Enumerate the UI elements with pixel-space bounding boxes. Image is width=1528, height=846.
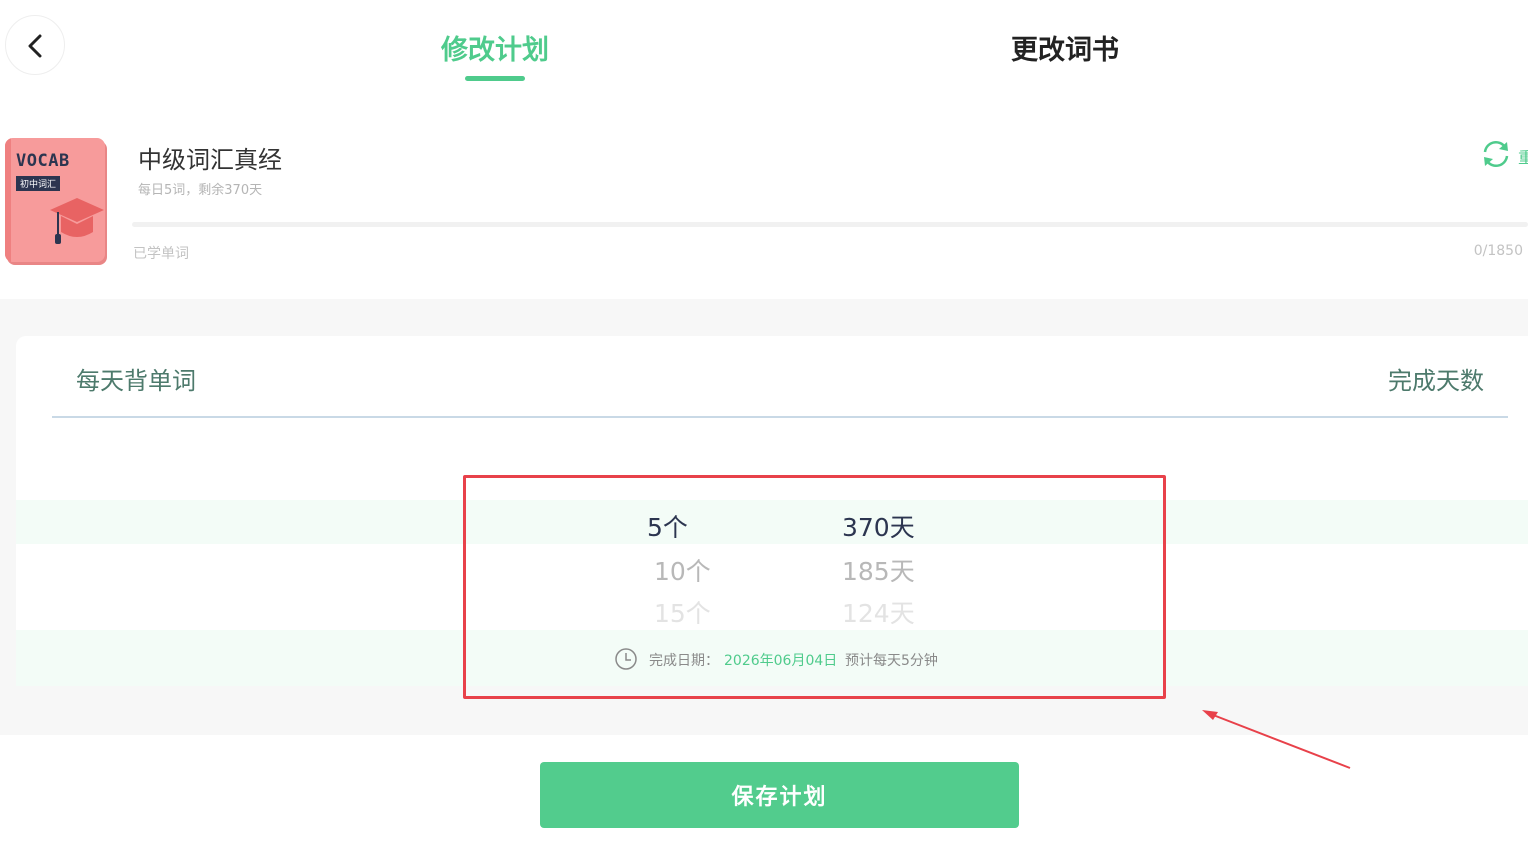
chevron-left-icon bbox=[28, 34, 42, 58]
book-cover-subtitle: 初中词汇 bbox=[16, 176, 61, 191]
annotation-highlight-box bbox=[463, 475, 1166, 699]
book-plan-summary: 每日5词，剩余370天 bbox=[138, 183, 263, 198]
progress-label: 已学单词 bbox=[133, 246, 189, 262]
back-button[interactable] bbox=[5, 15, 65, 75]
progress-count: 0/1850 bbox=[1473, 243, 1523, 259]
tab-change-book[interactable]: 更改词书 bbox=[965, 28, 1165, 67]
book-cover[interactable]: VOCAB 初中词汇 bbox=[5, 138, 105, 262]
tab-modify-plan[interactable]: 修改计划 bbox=[395, 28, 595, 67]
graduation-cap-icon bbox=[50, 198, 104, 244]
refresh-icon[interactable] bbox=[1480, 139, 1512, 169]
change-book-link[interactable]: 重 bbox=[1518, 144, 1528, 168]
active-tab-indicator bbox=[465, 76, 525, 81]
book-spine bbox=[5, 138, 11, 262]
completion-days-header: 完成天数 bbox=[1388, 367, 1484, 395]
save-plan-button[interactable]: 保存计划 bbox=[540, 762, 1019, 828]
book-cover-title: VOCAB bbox=[16, 151, 70, 171]
book-title: 中级词汇真经 bbox=[138, 146, 282, 174]
header-divider bbox=[52, 416, 1508, 418]
annotation-arrow-icon bbox=[1202, 710, 1351, 769]
words-per-day-header: 每天背单词 bbox=[76, 367, 196, 395]
learned-progress-bar bbox=[132, 222, 1528, 227]
